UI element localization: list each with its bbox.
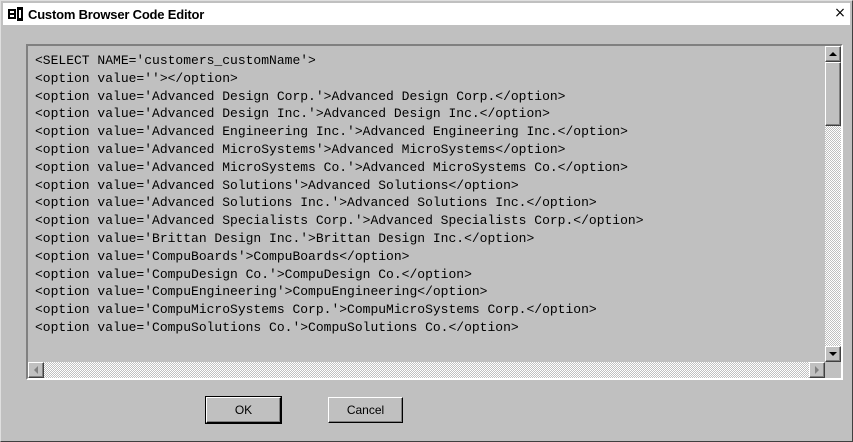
code-line: <option value='Advanced Engineering Inc.… [35, 124, 628, 140]
horizontal-scrollbar[interactable] [28, 362, 825, 378]
ok-button[interactable]: OK [205, 396, 282, 424]
arrow-down-icon[interactable] [825, 346, 841, 362]
dialog-window: Custom Browser Code Editor × <SELECT NAM… [0, 0, 853, 442]
vertical-scroll-thumb[interactable] [825, 62, 841, 126]
code-line: <option value='Advanced Design Corp.'>Ad… [35, 88, 566, 104]
scrollbar-corner [825, 362, 841, 378]
arrow-right-icon[interactable] [809, 362, 825, 378]
close-icon[interactable]: × [832, 6, 848, 22]
code-line: <option value='Advanced Design Inc.'>Adv… [35, 106, 550, 122]
code-line: <option value='Advanced MicroSystems Co.… [35, 159, 628, 175]
code-line: <option value=''></option> [35, 70, 238, 86]
code-line: <option value='CompuBoards'>CompuBoards<… [35, 248, 410, 264]
cancel-button[interactable]: Cancel [328, 397, 403, 423]
horizontal-scroll-track[interactable] [44, 362, 809, 378]
code-line: <option value='CompuMicroSystems Corp.'>… [35, 302, 597, 318]
arrow-up-icon[interactable] [825, 46, 841, 62]
vertical-scrollbar[interactable] [825, 46, 841, 362]
code-line: <option value='Advanced MicroSystems'>Ad… [35, 141, 566, 157]
code-line: <option value='CompuEngineering'>CompuEn… [35, 284, 488, 300]
code-line: <option value='Advanced Solutions Inc.'>… [35, 195, 597, 211]
app-icon [8, 7, 24, 21]
code-line: <option value='Brittan Design Inc.'>Brit… [35, 230, 535, 246]
code-line: <option value='Advanced Solutions'>Advan… [35, 177, 519, 193]
code-line: <option value='Advanced Specialists Corp… [35, 213, 644, 229]
code-editor: <SELECT NAME='customers_customName'> <opt… [26, 44, 843, 380]
code-line: <SELECT NAME='customers_customName'> [35, 53, 316, 68]
title-bar[interactable]: Custom Browser Code Editor × [3, 3, 850, 25]
code-line: <option value='CompuSolutions Co.'>Compu… [35, 319, 519, 335]
window-title: Custom Browser Code Editor [28, 6, 205, 22]
arrow-left-icon[interactable] [28, 362, 44, 378]
code-textarea[interactable]: <SELECT NAME='customers_customName'> <opt… [28, 46, 825, 362]
code-line: <option value='CompuDesign Co.'>CompuDes… [35, 266, 472, 282]
